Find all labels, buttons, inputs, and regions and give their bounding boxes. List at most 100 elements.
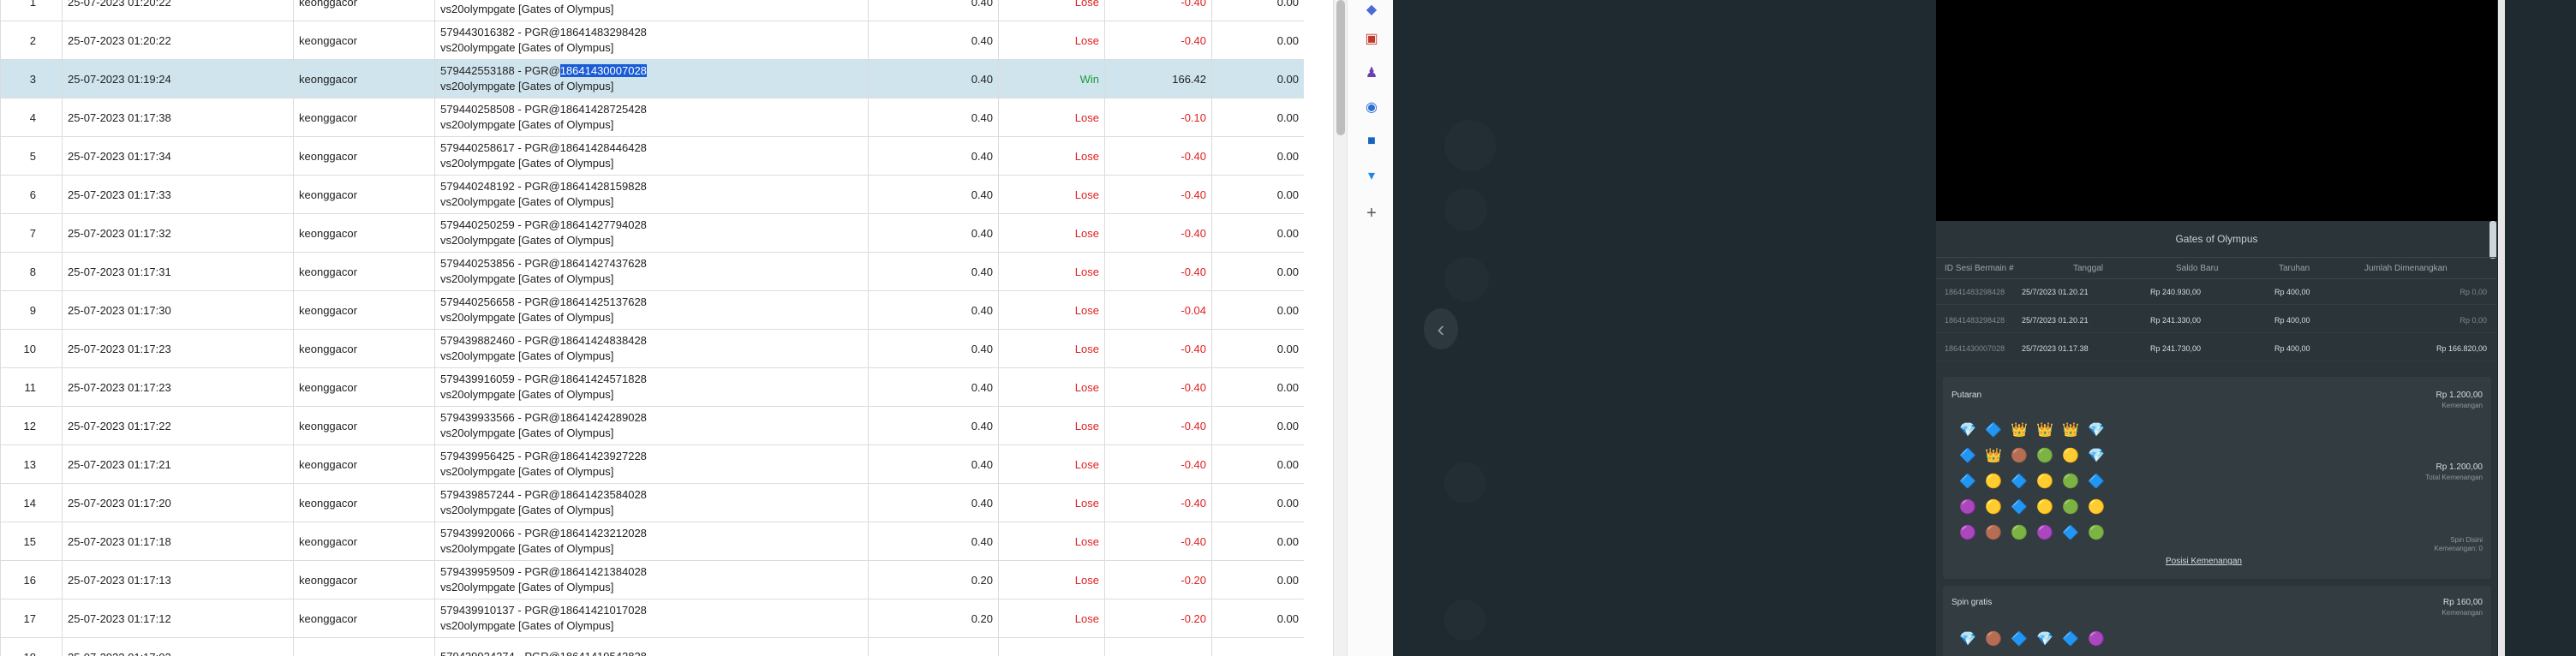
bet-date: 25-07-2023 01:19:24 xyxy=(62,59,294,98)
row-number: 10 xyxy=(0,329,63,368)
username: keonggacor xyxy=(293,213,435,253)
slot-symbol-icon: 🔷 xyxy=(2011,474,2028,489)
shop-icon[interactable]: ▾ xyxy=(1362,166,1381,185)
slot-symbol-icon: 💎 xyxy=(1959,423,1976,438)
table-row[interactable]: 6 25-07-2023 01:17:33 keonggacor 5794402481… xyxy=(0,175,1304,214)
row-number: 16 xyxy=(0,560,63,599)
add-icon[interactable]: + xyxy=(1362,204,1381,223)
bet-amount: 0.40 xyxy=(868,444,999,484)
win-loss: -0.40 xyxy=(1104,444,1212,484)
chrome-icon[interactable]: ◉ xyxy=(1362,98,1381,116)
bet-history-table: 125-07-2023 01:20:22keonggacor5794430163… xyxy=(0,0,1304,656)
table-scrollbar[interactable] xyxy=(1333,0,1347,656)
bet-date: 25-07-2023 01:17:23 xyxy=(62,329,294,368)
win-loss: -0.40 xyxy=(1104,21,1212,60)
table-row[interactable]: 2 25-07-2023 01:20:22 keonggacor 5794430163… xyxy=(0,21,1304,60)
session-date: 25/7/2023 01.17.38 xyxy=(2022,344,2089,353)
row-number: 7 xyxy=(0,213,63,253)
slot-symbol-icon: 🟢 xyxy=(2011,526,2028,540)
commission: 0.00 xyxy=(1211,560,1304,599)
bet-status: Lose xyxy=(998,213,1105,253)
table-row[interactable]: 5 25-07-2023 01:17:34 keonggacor 5794402586… xyxy=(0,136,1304,176)
tag-icon[interactable]: ◆ xyxy=(1362,0,1381,19)
table-row[interactable]: 1825-07-2023 01:17:03 579439924274 - PGR@… xyxy=(0,637,1304,656)
table-row[interactable]: 13 25-07-2023 01:17:21 keonggacor 579439956… xyxy=(0,444,1304,484)
table-row[interactable]: 11 25-07-2023 01:17:23 keonggacor 579439916… xyxy=(0,367,1304,407)
bet-date: 25-07-2023 01:17:34 xyxy=(62,136,294,176)
commission: 0.00 xyxy=(1211,483,1304,522)
briefcase-icon[interactable]: ▣ xyxy=(1362,29,1381,48)
user-icon[interactable]: ♟ xyxy=(1362,63,1381,82)
selected-text[interactable]: 18641430007028 xyxy=(559,64,647,77)
table-row[interactable]: 15 25-07-2023 01:17:18 keonggacor 579439920… xyxy=(0,522,1304,561)
table-row[interactable]: 9 25-07-2023 01:17:30 keonggacor 5794402566… xyxy=(0,290,1304,330)
table-row[interactable]: 7 25-07-2023 01:17:32 keonggacor 5794402502… xyxy=(0,213,1304,253)
game-name: vs20olympgate [Gates of Olympus] xyxy=(440,3,614,15)
bet-amount: 0.40 xyxy=(868,290,999,330)
session-id[interactable]: 18641483298428 xyxy=(1945,288,2005,296)
bet-status: Lose xyxy=(998,560,1105,599)
session-id[interactable]: 18641430007028 xyxy=(1945,344,2005,353)
slot-symbol-icon: 🟣 xyxy=(2036,526,2053,540)
table-row[interactable]: 4 25-07-2023 01:17:38 keonggacor 5794402585… xyxy=(0,98,1304,137)
table-row[interactable]: 12 25-07-2023 01:17:22 keonggacor 579439933… xyxy=(0,406,1304,445)
username: keonggacor xyxy=(293,599,435,638)
bet-detail: 579440250259 - PGR@18641427794028 vs20oly… xyxy=(434,213,869,253)
bet-status: Lose xyxy=(998,136,1105,176)
session-id[interactable]: 18641483298428 xyxy=(1945,316,2005,325)
bet-status xyxy=(998,637,1105,656)
game-history-row[interactable]: 18641483298428 25/7/2023 01.20.21 Rp 241.3… xyxy=(1936,307,2497,333)
slot-symbol-icon: 🔷 xyxy=(1985,423,2002,438)
slot-symbol-icon: 🔷 xyxy=(2062,632,2079,647)
back-arrow-icon[interactable]: ‹ xyxy=(1424,308,1458,349)
bet-date: 25-07-2023 01:17:12 xyxy=(62,599,294,638)
slot-symbol-icon: 🟢 xyxy=(2088,526,2105,540)
slot-symbol-icon: 🟣 xyxy=(2088,632,2105,647)
game-history-row[interactable]: 18641483298428 25/7/2023 01.20.21 Rp 240.9… xyxy=(1936,279,2497,305)
commission: 0.00 xyxy=(1211,0,1304,21)
bet-detail: 579439857244 - PGR@18641423584028 vs20oly… xyxy=(434,483,869,522)
table-row[interactable]: 17 25-07-2023 01:17:12 keonggacor 579439910… xyxy=(0,599,1304,638)
commission: 0.00 xyxy=(1211,444,1304,484)
table-row[interactable]: 8 25-07-2023 01:17:31 keonggacor 5794402538… xyxy=(0,252,1304,291)
bet-status: Lose xyxy=(998,444,1105,484)
username: keonggacor xyxy=(293,483,435,522)
table-row[interactable]: 3 25-07-2023 01:19:24 keonggacor 5794425531… xyxy=(0,59,1304,98)
bet-status: Lose xyxy=(998,599,1105,638)
game-history-header: ID Sesi Bermain # Tanggal Saldo Baru Tar… xyxy=(1936,257,2497,279)
slot-symbol-icon: 💎 xyxy=(1959,632,1976,647)
table-row[interactable]: 10 25-07-2023 01:17:23 keonggacor 579439882… xyxy=(0,329,1304,368)
username: keonggacor xyxy=(293,21,435,60)
session-win: Rp 0,00 xyxy=(2459,288,2487,296)
commission: 0.00 xyxy=(1211,406,1304,445)
row-number: 12 xyxy=(0,406,63,445)
commission: 0.00 xyxy=(1211,329,1304,368)
bet-status: Lose xyxy=(998,483,1105,522)
bet-date: 25-07-2023 01:17:30 xyxy=(62,290,294,330)
table-row[interactable]: 16 25-07-2023 01:17:13 keonggacor 579439959… xyxy=(0,560,1304,599)
commission: 0.00 xyxy=(1211,599,1304,638)
bet-detail: 579440258508 - PGR@18641428725428 vs20oly… xyxy=(434,98,869,137)
scrollbar-thumb[interactable] xyxy=(1336,0,1345,135)
bet-status: Lose xyxy=(998,522,1105,561)
bet-status: Lose xyxy=(998,0,1105,21)
posisi-kemenangan-link[interactable]: Posisi Kemenangan xyxy=(2166,557,2242,566)
commission: 0.00 xyxy=(1211,367,1304,407)
win-loss: -0.40 xyxy=(1104,522,1212,561)
outer-scrollbar[interactable] xyxy=(2498,0,2505,656)
slot-symbol-icon: 🟣 xyxy=(1959,500,1976,515)
game-history-row[interactable]: 18641430007028 25/7/2023 01.17.38 Rp 241.7… xyxy=(1936,336,2497,361)
slot-symbol-icon: 🟡 xyxy=(2062,449,2079,463)
bet-amount: 0.40 xyxy=(868,21,999,60)
bet-status: Lose xyxy=(998,252,1105,291)
bet-status: Lose xyxy=(998,175,1105,214)
username: keonggacor xyxy=(293,175,435,214)
bet-id: 579439924274 - PGR@18641419542828 xyxy=(440,649,863,656)
bet-date: 25-07-2023 01:17:13 xyxy=(62,560,294,599)
outlook-icon[interactable]: ■ xyxy=(1362,132,1381,151)
commission: 0.00 xyxy=(1211,59,1304,98)
table-row[interactable]: 14 25-07-2023 01:17:20 keonggacor 579439857… xyxy=(0,483,1304,522)
session-date: 25/7/2023 01.20.21 xyxy=(2022,288,2089,296)
table-row[interactable]: 125-07-2023 01:20:22keonggacor5794430163… xyxy=(0,0,1304,21)
row-number: 18 xyxy=(0,637,63,656)
